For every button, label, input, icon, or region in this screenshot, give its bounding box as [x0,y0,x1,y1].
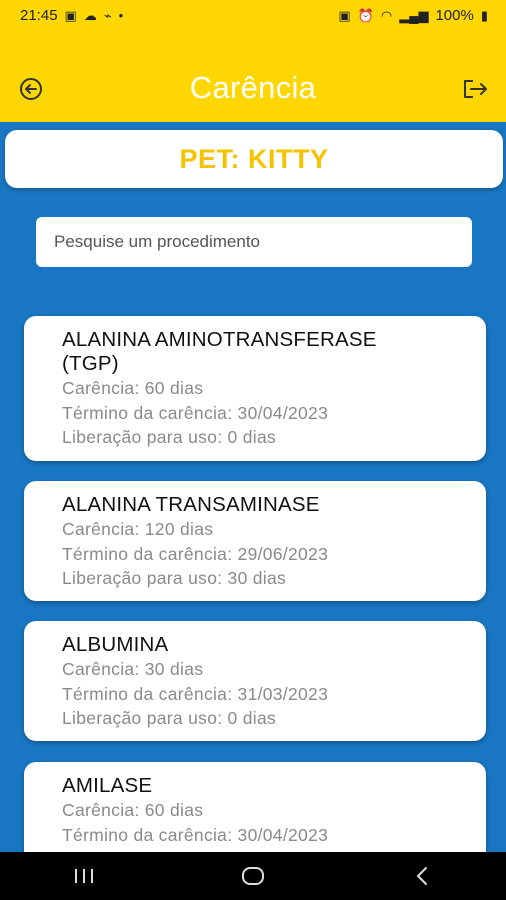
procedure-card[interactable]: ALANINA AMINOTRANSFERASE (TGP) Carência:… [24,316,486,461]
pet-card: PET: KITTY [5,130,503,188]
termino-text: Término da carência: 29/06/2023 [62,543,329,564]
content-area[interactable]: PET: KITTY ALANINA AMINOTRANSFERASE (TGP… [0,0,506,852]
procedure-card[interactable]: ALBUMINA Carência: 30 dias Término da ca… [24,621,486,741]
liberacao-text: Liberação para uso: 0 dias [62,427,277,447]
home-button[interactable] [223,852,283,900]
procedure-name-cont: (TGP) [62,352,119,375]
procedure-name: ALANINA AMINOTRANSFERASE [62,328,377,351]
termino-text: Término da carência: 30/04/2023 [62,824,329,845]
carencia-text: Carência: 60 dias [62,800,204,820]
recents-icon [75,869,94,883]
procedure-card[interactable]: AMILASE Carência: 60 dias Término da car… [24,762,486,852]
search-input[interactable] [36,217,472,267]
procedure-name: AMILASE [62,774,153,797]
pet-name: PET: KITTY [179,143,329,174]
back-nav-button[interactable] [392,852,452,900]
liberacao-text: Liberação para uso: 30 dias [62,568,287,588]
termino-text: Término da carência: 31/03/2023 [62,683,329,704]
system-nav-bar [0,852,506,900]
liberacao-text: Liberação para uso: 0 dias [62,708,277,728]
carencia-text: Carência: 60 dias [62,378,204,398]
back-chevron-icon [416,867,427,885]
procedure-card[interactable]: ALANINA TRANSAMINASE Carência: 120 dias … [24,481,486,601]
carencia-text: Carência: 30 dias [62,659,204,679]
termino-text: Término da carência: 30/04/2023 [62,402,329,423]
procedure-name: ALANINA TRANSAMINASE [62,493,320,516]
recents-button[interactable] [54,852,114,900]
carencia-text: Carência: 120 dias [62,519,214,539]
procedure-name: ALBUMINA [62,633,169,656]
home-icon [241,867,264,885]
